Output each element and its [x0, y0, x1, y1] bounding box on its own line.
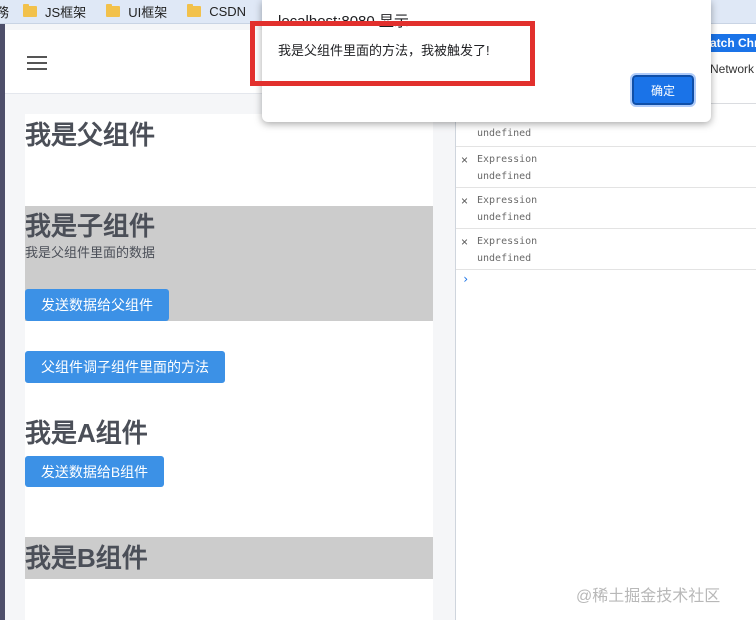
tab-network[interactable]: Network — [710, 62, 754, 76]
send-to-parent-button[interactable]: 发送数据给父组件 — [25, 289, 169, 321]
console-prompt-icon[interactable]: › — [462, 272, 469, 286]
child-component: 我是子组件 我是父组件里面的数据 发送数据给父组件 — [25, 206, 433, 321]
watermark: @稀土掘金技术社区 — [576, 588, 721, 605]
watch-expressions-list: undefined × Expression undefined × Expre… — [456, 120, 756, 270]
bookmark-label: CSDN — [209, 4, 247, 19]
b-component-title: 我是B组件 — [25, 543, 148, 573]
watch-expression-row[interactable]: × Expression undefined — [456, 147, 756, 188]
close-icon[interactable]: × — [461, 153, 468, 167]
expression-value: undefined — [477, 253, 532, 264]
b-component: 我是B组件 — [25, 537, 433, 579]
expression-label: Expression — [477, 236, 538, 247]
annotation-highlight-box — [250, 21, 535, 86]
send-to-b-button[interactable]: 发送数据给B组件 — [25, 456, 164, 487]
close-icon[interactable]: × — [461, 235, 468, 249]
expression-value: undefined — [477, 128, 532, 139]
bookmark-ui-frameworks[interactable]: UI框架 — [106, 2, 167, 21]
bookmark-label: UI框架 — [128, 5, 168, 20]
hamburger-menu-icon[interactable] — [27, 56, 47, 70]
parent-component-title: 我是父组件 — [25, 120, 156, 150]
ok-button[interactable]: 确定 — [630, 73, 696, 107]
folder-icon — [187, 4, 202, 17]
watch-expression-row[interactable]: × Expression undefined — [456, 229, 756, 270]
expression-label: Expression — [477, 154, 538, 165]
bookmark-label: JS框架 — [45, 5, 87, 20]
expression-label: Expression — [477, 195, 538, 206]
main-content: 我是父组件 我是子组件 我是父组件里面的数据 发送数据给父组件 父组件调子组件里… — [25, 114, 433, 620]
bookmark-partial[interactable]: 務 — [0, 2, 9, 21]
call-child-method-button[interactable]: 父组件调子组件里面的方法 — [25, 351, 225, 383]
folder-icon — [106, 4, 121, 17]
watch-expression-row[interactable]: × Expression undefined — [456, 188, 756, 229]
close-icon[interactable]: × — [461, 194, 468, 208]
folder-icon — [23, 4, 38, 17]
child-component-title: 我是子组件 — [25, 211, 156, 241]
watch-expression-row[interactable]: undefined — [456, 120, 756, 147]
a-component-title: 我是A组件 — [25, 418, 148, 448]
child-data-text: 我是父组件里面的数据 — [25, 245, 156, 260]
watch-chrome-button[interactable]: atch Chro — [706, 34, 756, 52]
bookmark-js-frameworks[interactable]: JS框架 — [23, 2, 86, 21]
bookmark-csdn[interactable]: CSDN — [187, 4, 246, 19]
bookmark-partial-label: 務 — [0, 2, 9, 21]
expression-value: undefined — [477, 212, 532, 223]
expression-value: undefined — [477, 171, 532, 182]
